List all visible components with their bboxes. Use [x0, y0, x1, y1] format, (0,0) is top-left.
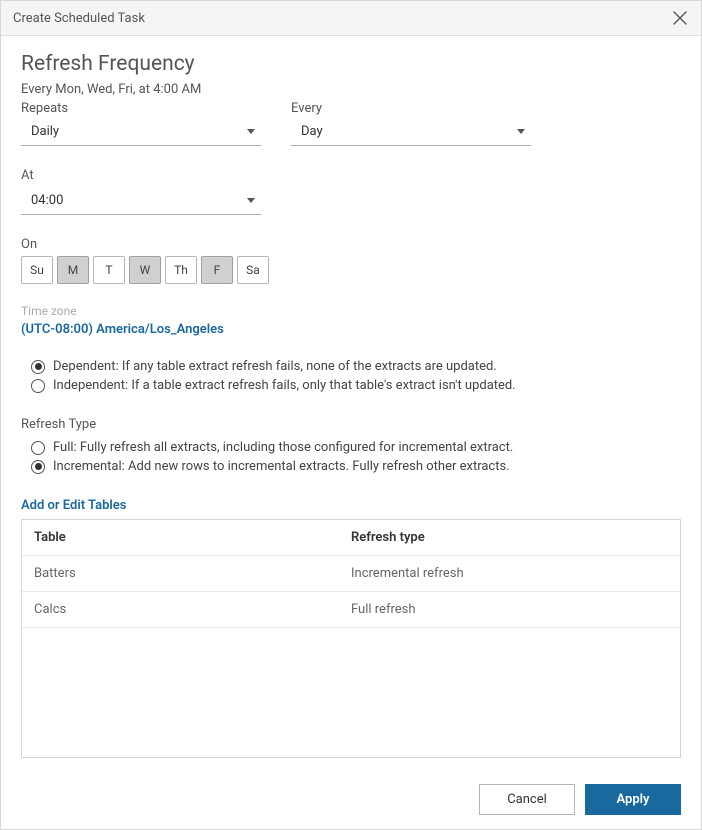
- frequency-row: Repeats Daily Every Day: [21, 101, 681, 146]
- every-select[interactable]: Day: [291, 118, 531, 146]
- every-value: Day: [301, 124, 323, 139]
- radio-icon: [31, 460, 45, 474]
- refresh-type-radio-group: Full: Fully refresh all extracts, includ…: [31, 436, 681, 478]
- dependency-option-0[interactable]: Dependent: If any table extract refresh …: [31, 359, 681, 374]
- chevron-down-icon: [517, 129, 525, 134]
- day-toggle-w[interactable]: W: [129, 256, 161, 284]
- radio-icon: [31, 379, 45, 393]
- table-header: Table Refresh type: [22, 520, 680, 556]
- create-scheduled-task-dialog: Create Scheduled Task Refresh Frequency …: [0, 0, 702, 830]
- day-toggle-su[interactable]: Su: [21, 256, 53, 284]
- table-cell-refresh-type: Incremental refresh: [351, 566, 668, 581]
- at-value: 04:00: [31, 193, 63, 208]
- day-toggle-t[interactable]: T: [93, 256, 125, 284]
- tables-table: Table Refresh type BattersIncremental re…: [21, 519, 681, 758]
- timezone-label: Time zone: [21, 304, 681, 318]
- dependency-option-1[interactable]: Independent: If a table extract refresh …: [31, 378, 681, 393]
- every-label: Every: [291, 101, 531, 116]
- dialog-title: Create Scheduled Task: [13, 11, 145, 26]
- table-cell-refresh-type: Full refresh: [351, 602, 668, 617]
- schedule-summary: Every Mon, Wed, Fri, at 4:00 AM: [21, 82, 681, 97]
- table-cell-name: Calcs: [34, 602, 351, 617]
- radio-icon: [31, 360, 45, 374]
- refresh-type-label: Refresh Type: [21, 417, 681, 432]
- dependency-radio-group: Dependent: If any table extract refresh …: [31, 355, 681, 397]
- dialog-content: Refresh Frequency Every Mon, Wed, Fri, a…: [1, 36, 701, 770]
- chevron-down-icon: [247, 129, 255, 134]
- at-section: At 04:00: [21, 168, 681, 215]
- section-heading: Refresh Frequency: [21, 52, 681, 76]
- dialog-titlebar: Create Scheduled Task: [1, 1, 701, 36]
- day-toggle-m[interactable]: M: [57, 256, 89, 284]
- at-select[interactable]: 04:00: [21, 187, 261, 215]
- timezone-link[interactable]: (UTC-08:00) America/Los_Angeles: [21, 322, 681, 337]
- radio-label: Independent: If a table extract refresh …: [53, 378, 516, 393]
- on-section: On SuMTWThFSa: [21, 237, 681, 284]
- add-edit-tables-link[interactable]: Add or Edit Tables: [21, 498, 681, 513]
- every-field: Every Day: [291, 101, 531, 146]
- table-header-col-refresh-type: Refresh type: [351, 530, 668, 545]
- on-label: On: [21, 237, 681, 252]
- close-icon[interactable]: [671, 9, 689, 27]
- repeats-field: Repeats Daily: [21, 101, 261, 146]
- repeats-value: Daily: [31, 124, 59, 139]
- apply-button[interactable]: Apply: [585, 784, 681, 815]
- day-toggle-f[interactable]: F: [201, 256, 233, 284]
- repeats-label: Repeats: [21, 101, 261, 116]
- dialog-footer: Cancel Apply: [1, 770, 701, 829]
- day-toggle-sa[interactable]: Sa: [237, 256, 269, 284]
- radio-label: Incremental: Add new rows to incremental…: [53, 459, 510, 474]
- refresh-type-option-0[interactable]: Full: Fully refresh all extracts, includ…: [31, 440, 681, 455]
- day-picker: SuMTWThFSa: [21, 256, 681, 284]
- at-field: 04:00: [21, 187, 261, 215]
- table-row[interactable]: CalcsFull refresh: [22, 592, 680, 628]
- radio-label: Dependent: If any table extract refresh …: [53, 359, 497, 374]
- radio-label: Full: Fully refresh all extracts, includ…: [53, 440, 513, 455]
- repeats-select[interactable]: Daily: [21, 118, 261, 146]
- refresh-type-option-1[interactable]: Incremental: Add new rows to incremental…: [31, 459, 681, 474]
- table-row[interactable]: BattersIncremental refresh: [22, 556, 680, 592]
- day-toggle-th[interactable]: Th: [165, 256, 197, 284]
- cancel-button[interactable]: Cancel: [479, 784, 575, 815]
- at-label: At: [21, 168, 681, 183]
- table-cell-name: Batters: [34, 566, 351, 581]
- radio-icon: [31, 441, 45, 455]
- table-header-col-table: Table: [34, 530, 351, 545]
- chevron-down-icon: [247, 198, 255, 203]
- table-body: BattersIncremental refreshCalcsFull refr…: [22, 556, 680, 628]
